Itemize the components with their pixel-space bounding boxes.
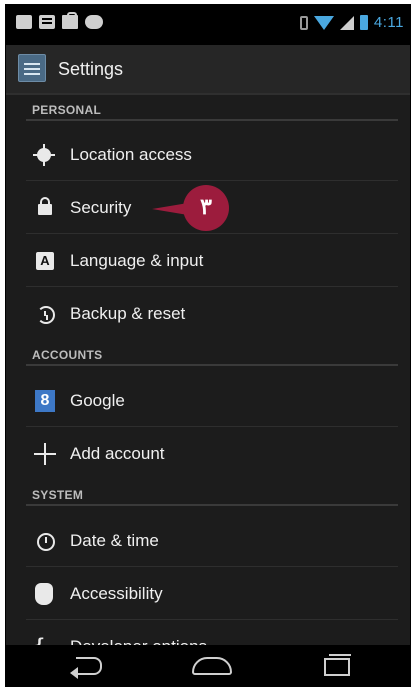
settings-item-location[interactable]: Location access — [6, 129, 410, 181]
settings-item-accessibility[interactable]: Accessibility — [6, 568, 410, 620]
settings-item-add-account[interactable]: Add account — [6, 428, 410, 480]
recent-apps-icon[interactable] — [296, 645, 376, 686]
settings-item-label: Security — [70, 198, 132, 217]
item-divider — [26, 619, 398, 620]
section-divider — [26, 504, 398, 506]
notification-icons — [16, 12, 103, 29]
settings-item-label: Add account — [70, 444, 165, 463]
game-controller-icon — [85, 15, 103, 29]
item-divider — [26, 286, 398, 287]
settings-item-date-time[interactable]: Date & time — [6, 515, 410, 567]
settings-item-label: Backup & reset — [70, 304, 186, 323]
section-label: PERSONAL — [32, 103, 102, 117]
lock-icon — [38, 197, 52, 215]
hand-icon — [35, 583, 53, 605]
settings-list: PERSONAL Location access Security A Lang… — [6, 95, 410, 678]
section-divider — [26, 364, 398, 366]
callout-badge: ٣ — [183, 185, 229, 231]
signal-icon — [339, 15, 354, 30]
vibrate-icon — [299, 15, 308, 30]
section-header-accounts: ACCOUNTS — [6, 340, 410, 366]
status-bar: 4:11 — [6, 5, 410, 45]
backup-icon — [37, 306, 55, 324]
wifi-icon — [313, 15, 334, 30]
section-label: ACCOUNTS — [32, 348, 103, 362]
item-divider — [26, 180, 398, 181]
google-icon: 8 — [35, 390, 55, 412]
keyboard-a-icon: A — [36, 252, 54, 270]
clock-icon — [37, 533, 55, 551]
section-label: SYSTEM — [32, 488, 84, 502]
settings-item-label: Date & time — [70, 531, 159, 550]
item-divider — [26, 426, 398, 427]
settings-item-backup[interactable]: Backup & reset — [6, 288, 410, 340]
page-title: Settings — [58, 59, 124, 79]
battery-icon — [359, 15, 368, 30]
location-icon — [33, 144, 55, 166]
plus-icon — [34, 443, 56, 465]
home-icon[interactable] — [170, 645, 250, 686]
email-icon — [16, 15, 32, 29]
section-divider — [26, 119, 398, 121]
shopping-bag-icon — [62, 12, 78, 29]
settings-item-label: Location access — [70, 145, 192, 164]
status-icons: 4:11 — [299, 14, 404, 31]
section-header-system: SYSTEM — [6, 480, 410, 506]
status-time: 4:11 — [373, 14, 404, 31]
settings-app-icon[interactable] — [18, 54, 46, 82]
navigation-bar — [6, 645, 410, 686]
section-header-personal: PERSONAL — [6, 95, 410, 121]
item-divider — [26, 233, 398, 234]
settings-item-language[interactable]: A Language & input — [6, 235, 410, 287]
back-icon[interactable] — [46, 645, 126, 686]
message-icon — [39, 15, 55, 29]
action-bar: Settings — [6, 45, 410, 95]
settings-item-google[interactable]: 8 Google — [6, 375, 410, 427]
settings-item-label: Language & input — [70, 251, 204, 270]
phone-screen: 4:11 Settings PERSONAL Location access S… — [5, 4, 411, 687]
item-divider — [26, 566, 398, 567]
settings-item-label: Accessibility — [70, 584, 163, 603]
settings-item-label: Google — [70, 391, 125, 410]
